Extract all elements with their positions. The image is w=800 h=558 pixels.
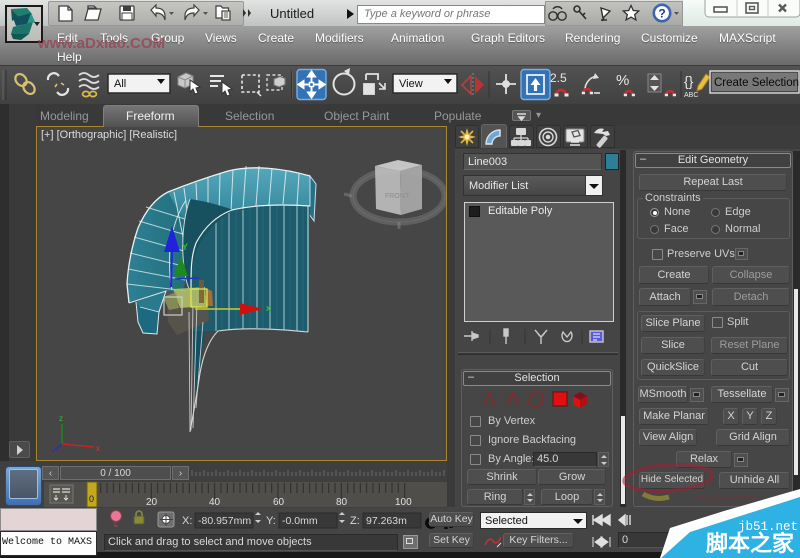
svg-text:97.263m: 97.263m bbox=[366, 515, 407, 527]
svg-text:20: 20 bbox=[146, 497, 158, 508]
svg-text:View: View bbox=[399, 78, 423, 90]
svg-text:Create Selection S: Create Selection S bbox=[714, 77, 800, 89]
svg-text:%: % bbox=[616, 72, 629, 89]
svg-text:All: All bbox=[114, 78, 126, 90]
svg-text:80: 80 bbox=[336, 497, 348, 508]
svg-text:FRONT: FRONT bbox=[385, 193, 410, 200]
svg-text:z: z bbox=[59, 414, 63, 423]
svg-text:x: x bbox=[96, 444, 100, 453]
svg-text:Y:: Y: bbox=[266, 515, 276, 527]
svg-text:60: 60 bbox=[273, 497, 285, 508]
svg-text:X:: X: bbox=[182, 515, 192, 527]
svg-text:?: ? bbox=[658, 7, 665, 21]
svg-text:40: 40 bbox=[209, 497, 221, 508]
svg-text:-80.957mm: -80.957mm bbox=[198, 515, 251, 527]
svg-text:100: 100 bbox=[395, 497, 412, 508]
svg-text:x: x bbox=[266, 303, 271, 313]
svg-text:-0.0mm: -0.0mm bbox=[282, 515, 318, 527]
svg-text:ABC: ABC bbox=[684, 92, 698, 99]
svg-text:0: 0 bbox=[89, 494, 94, 504]
svg-text:Z:: Z: bbox=[350, 515, 360, 527]
svg-text:Y: Y bbox=[182, 242, 188, 252]
svg-text:{}: {} bbox=[684, 73, 694, 89]
svg-text:2.5: 2.5 bbox=[550, 71, 567, 85]
